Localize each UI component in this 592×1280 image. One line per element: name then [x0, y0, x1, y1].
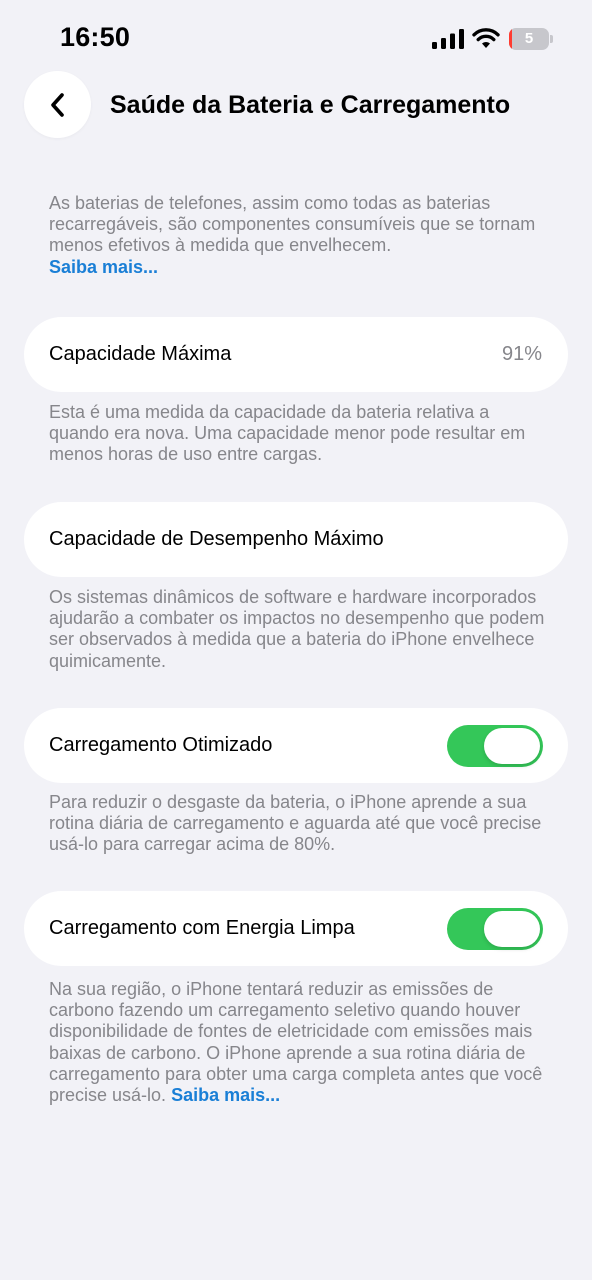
max-capacity-label: Capacidade Máxima: [49, 343, 232, 365]
clean-energy-charging-toggle[interactable]: [447, 908, 543, 950]
battery-body: 5: [509, 28, 549, 50]
max-capacity-cell: Capacidade Máxima 91%: [24, 317, 568, 392]
clean-energy-charging-label: Carregamento com Energia Limpa: [49, 917, 355, 939]
intro-description: As baterias de telefones, assim como tod…: [49, 193, 549, 278]
optimized-charging-cell: Carregamento Otimizado: [24, 708, 568, 783]
optimized-charging-footer: Para reduzir o desgaste da bateria, o iP…: [49, 792, 542, 855]
back-button[interactable]: [24, 71, 91, 138]
battery-icon: 5: [509, 28, 553, 50]
battery-cap: [550, 35, 553, 43]
toggle-knob: [484, 728, 540, 764]
clean-energy-learn-more-link[interactable]: Saiba mais...: [171, 1085, 280, 1105]
intro-text: As baterias de telefones, assim como tod…: [49, 193, 536, 256]
max-capacity-footer: Esta é uma medida da capacidade da bater…: [49, 402, 526, 465]
clean-energy-footer: Na sua região, o iPhone tentará reduzir …: [49, 979, 549, 1106]
page-title: Saúde da Bateria e Carregamento: [110, 91, 511, 119]
battery-level-text: 5: [524, 30, 534, 47]
peak-performance-footer: Os sistemas dinâmicos de software e hard…: [49, 587, 545, 671]
clean-energy-footer-text: Na sua região, o iPhone tentará reduzir …: [49, 979, 543, 1106]
cellular-signal-icon: [432, 29, 464, 49]
status-time: 16:50: [60, 22, 131, 52]
learn-more-link[interactable]: Saiba mais...: [49, 257, 158, 277]
toggle-knob: [484, 911, 540, 947]
optimized-charging-label: Carregamento Otimizado: [49, 734, 273, 756]
max-capacity-value: 91%: [501, 343, 542, 365]
battery-health-screen: 16:50 5 Saúde da Bateria e Carregamento: [0, 0, 592, 1280]
status-bar: 16:50 5: [0, 0, 592, 72]
clean-energy-charging-cell: Carregamento com Energia Limpa: [24, 891, 568, 966]
chevron-left-icon: [50, 92, 64, 117]
wifi-icon: [472, 28, 500, 48]
peak-performance-label: Capacidade de Desempenho Máximo: [49, 528, 384, 550]
optimized-charging-toggle[interactable]: [447, 725, 543, 767]
peak-performance-cell: Capacidade de Desempenho Máximo: [24, 502, 568, 577]
